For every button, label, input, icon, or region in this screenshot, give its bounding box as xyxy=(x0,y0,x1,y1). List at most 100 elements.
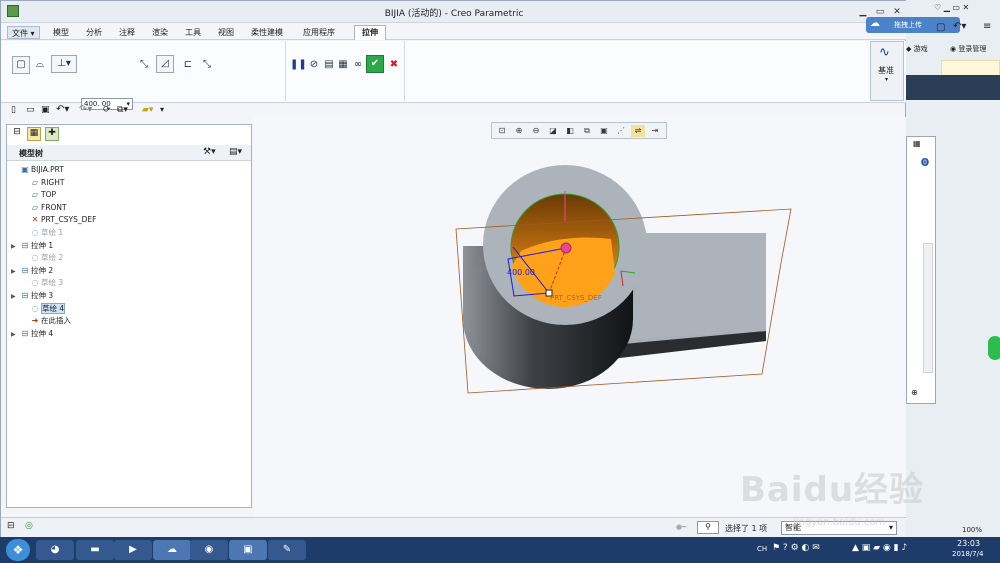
tree-row[interactable]: ◌ 草绘 4 xyxy=(21,302,261,316)
remove-material-icon[interactable]: ◿ xyxy=(156,55,174,73)
menu-bar: 文件 ▾ 模型 分析 注释 渲染 工具 视图 柔性建模 应用程序 拉伸 xyxy=(1,24,907,40)
refit-icon[interactable]: ⊡ xyxy=(495,125,509,137)
dimension-label[interactable]: 400.00 xyxy=(507,268,535,277)
tree-filter-icon[interactable]: ▤▾ xyxy=(229,147,242,157)
tree-row[interactable]: ▣ BIJIA.PRT xyxy=(11,164,251,177)
depth-type-icon[interactable]: ⊥▾ xyxy=(51,55,77,73)
menu-file[interactable]: 文件 ▾ xyxy=(7,26,40,39)
window-icon[interactable]: ▢ xyxy=(936,22,945,33)
save-icon[interactable]: ▣ xyxy=(41,105,50,115)
windows-icon[interactable]: ⧉▾ xyxy=(117,105,128,115)
graphics-viewport[interactable]: 400.00 PRT_CSYS_DEF xyxy=(254,117,906,517)
thicken-icon[interactable]: ⊏ xyxy=(179,56,197,74)
scrollbar[interactable] xyxy=(923,243,933,373)
chevron-down-icon: ▾ xyxy=(885,76,889,83)
tree-row-label: 拉伸 3 xyxy=(31,291,54,300)
upload-widget[interactable]: ☁ 拖拽上传 xyxy=(866,17,960,33)
menu-icon[interactable]: ≡ xyxy=(983,21,991,32)
help-icon[interactable]: ⓿ xyxy=(921,157,929,168)
tree-settings-icon[interactable]: ⚒▾ xyxy=(203,147,216,157)
repaint-icon[interactable]: ◪ xyxy=(546,125,560,137)
saved-orientations-icon[interactable]: ⧉ xyxy=(580,125,594,137)
menu-tools[interactable]: 工具 xyxy=(185,26,201,39)
undo-icon[interactable]: ↶▾ xyxy=(56,104,69,115)
tree-row-label: 在此插入 xyxy=(41,316,71,326)
taskbar-green-app[interactable]: ◉ xyxy=(190,540,228,560)
tree-row[interactable]: ▶ ⊟ 拉伸 2 xyxy=(11,265,251,278)
flip-direction-icon[interactable]: ⤡ xyxy=(135,56,153,74)
taskbar-explorer[interactable]: ▬ xyxy=(76,540,114,560)
tree-row[interactable]: ▱ RIGHT xyxy=(21,177,261,190)
drag-handle[interactable] xyxy=(560,242,572,254)
taskbar-browser[interactable]: ◕ xyxy=(36,540,74,560)
cancel-icon[interactable]: ✖ xyxy=(385,56,403,74)
chevron-down-icon: ▾ xyxy=(888,523,893,532)
tree-row[interactable]: ◌ 草绘 3 xyxy=(21,277,261,290)
taskbar-cloud[interactable]: ☁ xyxy=(153,540,191,560)
redo-icon[interactable]: ↷▾ xyxy=(79,104,92,115)
expand-icon[interactable]: ▶ xyxy=(11,241,19,253)
input-language[interactable]: CH xyxy=(757,545,767,553)
display-style-icon[interactable]: ◧ xyxy=(563,125,577,137)
tree-row[interactable]: ◌ 草绘 1 xyxy=(21,227,261,240)
menu-view[interactable]: 视图 xyxy=(218,26,234,39)
datum-display-icon[interactable]: ⋰ xyxy=(614,125,628,137)
expand-icon[interactable]: ▶ xyxy=(11,329,19,341)
add-icon[interactable]: ⊕ xyxy=(911,388,918,397)
tree-node-icon: ◌ xyxy=(31,253,39,263)
tree-row[interactable]: ▶ ⊟ 拉伸 3 xyxy=(11,290,251,303)
menu-annotate[interactable]: 注释 xyxy=(119,26,135,39)
zoom-out-icon[interactable]: ⊖ xyxy=(529,125,543,137)
model-tree-tab-icon[interactable]: ⊟ xyxy=(10,127,24,141)
menu-render[interactable]: 渲染 xyxy=(152,26,168,39)
menu-analysis[interactable]: 分析 xyxy=(86,26,102,39)
tree-row[interactable]: ▶ ⊟ 拉伸 4 xyxy=(11,328,251,341)
open-icon[interactable]: ▭ xyxy=(26,105,35,115)
binoculars-icon[interactable]: ⚲ xyxy=(697,521,719,534)
login-link[interactable]: ◉ 登录管理 xyxy=(950,44,986,54)
tree-row[interactable]: ◌ 草绘 2 xyxy=(21,252,261,265)
menu-model[interactable]: 模型 xyxy=(53,26,69,39)
view-manager-icon[interactable]: ▣ xyxy=(597,125,611,137)
csys-label: PRT_CSYS_DEF xyxy=(550,294,602,302)
undo-icon[interactable]: ↶▾ xyxy=(953,21,966,32)
zoom-in-icon[interactable]: ⊕ xyxy=(512,125,526,137)
annotation-display-icon[interactable]: ⇌ xyxy=(631,125,645,137)
globe-icon[interactable]: ◎ xyxy=(25,521,33,531)
menu-applications[interactable]: 应用程序 xyxy=(303,26,335,39)
glasses-icon[interactable]: ∞ xyxy=(349,56,367,74)
folder-browser-tab-icon[interactable]: ▦ xyxy=(27,127,41,141)
menu-flexible-modeling[interactable]: 柔性建模 xyxy=(251,26,283,39)
confirm-icon[interactable]: ✔ xyxy=(366,55,384,73)
expand-icon[interactable]: ▶ xyxy=(11,291,19,303)
expand-icon[interactable]: ▶ xyxy=(11,266,19,278)
taskbar-creo[interactable]: ▣ xyxy=(229,540,267,560)
taskbar-paint[interactable]: ✎ xyxy=(268,540,306,560)
taskbar-media[interactable]: ▶ xyxy=(114,540,152,560)
flip-material-icon[interactable]: ⤡ xyxy=(198,56,216,74)
tray-notifications[interactable]: ▲ ▣ ▰ ◉ ▮ ♪ xyxy=(852,543,907,553)
new-icon[interactable]: ▯ xyxy=(11,105,16,115)
customize-icon[interactable]: ▾ xyxy=(160,105,164,114)
folder-icon[interactable]: ▰▾ xyxy=(142,105,153,115)
spin-center-icon[interactable]: ⇥ xyxy=(648,125,662,137)
tree-row[interactable]: ✕ PRT_CSYS_DEF xyxy=(21,214,261,227)
tab-extrude[interactable]: 拉伸 xyxy=(354,25,386,40)
tree-row[interactable]: ▶ ⊟ 拉伸 1 xyxy=(11,240,251,253)
tree-toggle-icon[interactable]: ⊟ xyxy=(7,521,15,531)
tree-row[interactable]: ➜ 在此插入 xyxy=(21,315,261,328)
slider-icon[interactable]: ●━ xyxy=(676,523,686,531)
tree-row[interactable]: ▱ FRONT xyxy=(21,202,261,215)
watermark-url: jingyan.baidu.com xyxy=(793,517,886,528)
float-badge[interactable] xyxy=(988,336,1000,360)
solid-icon[interactable]: ▢ xyxy=(12,56,30,74)
surface-icon[interactable]: ⌓ xyxy=(31,56,49,74)
favorites-tab-icon[interactable]: ✚ xyxy=(45,127,59,141)
tray-icons[interactable]: ⚑ ? ⚙ ◐ ✉ xyxy=(772,543,820,553)
datum-panel[interactable]: ∿ 基准 ▾ xyxy=(870,41,904,101)
tree-row[interactable]: ▱ TOP xyxy=(21,189,261,202)
regenerate-icon[interactable]: ⟳ xyxy=(103,105,111,115)
tree-row-label: 草绘 1 xyxy=(41,228,64,237)
start-button[interactable]: ❖ xyxy=(6,539,30,561)
games-link[interactable]: ◆ 游戏 xyxy=(906,44,928,54)
